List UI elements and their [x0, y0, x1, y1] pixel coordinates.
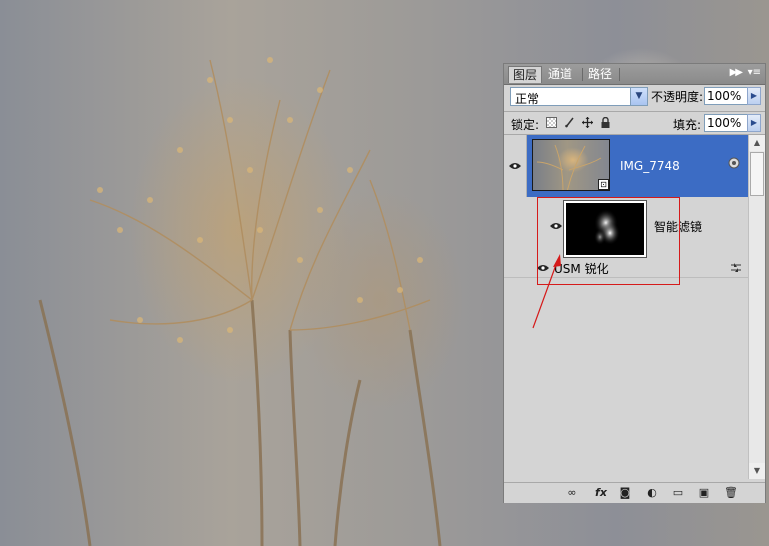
opacity-label: 不透明度:	[651, 90, 704, 104]
fill-input[interactable]: 100%	[704, 114, 748, 132]
blend-mode-dropdown[interactable]: 正常 ▼	[510, 87, 648, 106]
scrollbar-thumb[interactable]	[750, 152, 764, 196]
layers-list: ⊡ IMG_7748 智能滤镜 USM 锐化	[504, 135, 765, 479]
scroll-down-icon[interactable]: ▼	[749, 463, 765, 479]
double-chevron-right-icon[interactable]: ▶▶	[730, 67, 743, 78]
adjustment-layer-icon[interactable]: ◐	[645, 487, 659, 499]
blend-opacity-row: 正常 ▼ 不透明度: 100% ▶	[504, 84, 765, 111]
lock-position-icon[interactable]	[582, 117, 593, 128]
fx-icon[interactable]: fx	[592, 487, 610, 499]
new-layer-icon[interactable]: ▣	[697, 487, 711, 499]
tab-layers[interactable]: 图层	[508, 66, 543, 83]
tab-divider	[619, 68, 620, 81]
opacity-input[interactable]: 100%	[704, 87, 748, 105]
panel-footer-toolbar: ∞ fx ◙ ◐ ▭ ▣ 🗑	[504, 482, 765, 503]
filter-blending-options-icon[interactable]	[730, 263, 742, 272]
visibility-column	[504, 197, 562, 253]
group-folder-icon[interactable]: ▭	[671, 487, 685, 499]
smart-filter-indicator-icon[interactable]	[728, 157, 740, 169]
blend-mode-value: 正常	[515, 92, 540, 106]
link-layers-icon[interactable]: ∞	[563, 487, 581, 499]
panel-tab-bar: 图层 通道 路径 ▶▶ ▾≡	[504, 64, 765, 85]
scroll-up-icon[interactable]: ▲	[749, 135, 765, 151]
trash-icon[interactable]: 🗑	[724, 487, 738, 499]
layer-row-img-7748[interactable]: ⊡ IMG_7748	[504, 135, 748, 197]
visibility-column	[504, 135, 527, 197]
add-mask-icon[interactable]: ◙	[618, 487, 632, 499]
lock-label: 锁定:	[511, 118, 540, 132]
fill-label: 填充:	[673, 118, 702, 132]
chevron-down-icon[interactable]: ▼	[630, 88, 647, 105]
annotation-highlight-box	[537, 197, 680, 285]
smart-object-icon: ⊡	[598, 179, 609, 190]
layers-scrollbar[interactable]: ▲ ▼	[748, 135, 765, 479]
opacity-arrow-icon[interactable]: ▶	[747, 87, 761, 105]
lock-image-pixels-icon[interactable]	[564, 117, 575, 128]
eye-icon[interactable]	[509, 162, 521, 170]
tab-divider	[582, 68, 583, 81]
panel-menu-icon[interactable]: ▾≡	[748, 67, 761, 78]
fill-arrow-icon[interactable]: ▶	[747, 114, 761, 132]
layer-name: IMG_7748	[620, 159, 680, 173]
tab-paths[interactable]: 路径	[584, 66, 616, 83]
lock-transparent-pixels-icon[interactable]	[546, 117, 557, 128]
tab-channels[interactable]: 通道	[544, 66, 576, 83]
divider	[504, 111, 765, 112]
lock-all-icon[interactable]	[600, 117, 611, 128]
